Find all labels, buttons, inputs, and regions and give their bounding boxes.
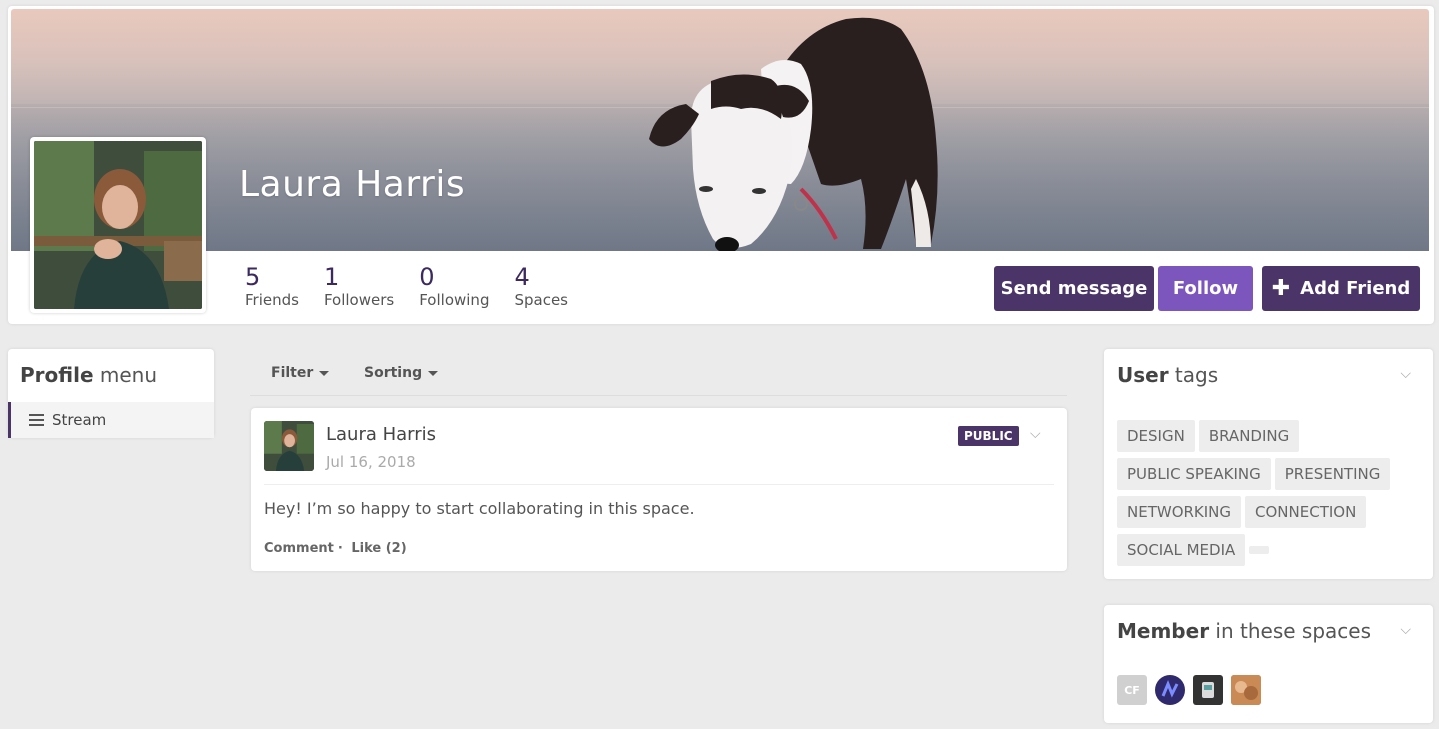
follow-button[interactable]: Follow bbox=[1158, 266, 1253, 311]
chevron-down-icon[interactable]: ⌵ bbox=[1400, 366, 1411, 382]
space-device-icon[interactable] bbox=[1193, 675, 1223, 705]
post-author-name[interactable]: Laura Harris bbox=[326, 424, 436, 445]
tag-public-speaking[interactable]: PUBLIC SPEAKING bbox=[1117, 458, 1271, 490]
caret-down-icon bbox=[319, 370, 330, 376]
stat-spaces-value: 4 bbox=[514, 263, 530, 291]
caret-down-icon bbox=[428, 370, 439, 376]
chevron-down-icon[interactable]: ⌵ bbox=[1400, 622, 1411, 638]
comment-link[interactable]: Comment bbox=[264, 541, 334, 556]
menu-item-stream-label: Stream bbox=[52, 411, 107, 429]
like-link[interactable]: Like (2) bbox=[351, 541, 406, 556]
profile-header: Laura Harris 5 Friends 1 Followers 0 Fol… bbox=[8, 6, 1434, 324]
stat-friends-label: Friends bbox=[245, 291, 299, 309]
stat-spaces[interactable]: 4 Spaces bbox=[514, 264, 568, 310]
tag-networking[interactable]: NETWORKING bbox=[1117, 496, 1242, 528]
puppy-banner-illustration bbox=[649, 17, 938, 251]
profile-menu: Profile menu Stream bbox=[8, 349, 214, 438]
stat-followers[interactable]: 1 Followers bbox=[324, 264, 394, 310]
member-spaces-list: CF bbox=[1117, 675, 1261, 705]
post-date[interactable]: Jul 16, 2018 bbox=[326, 453, 416, 471]
stat-friends[interactable]: 5 Friends bbox=[245, 264, 299, 310]
plus-icon: ✚ bbox=[1271, 276, 1291, 301]
space-cf-avatar[interactable]: CF bbox=[1117, 675, 1147, 705]
filter-dropdown[interactable]: Filter bbox=[271, 365, 330, 381]
user-tags-title: User tags bbox=[1117, 363, 1219, 387]
stat-followers-value: 1 bbox=[323, 263, 340, 291]
stat-friends-value: 5 bbox=[245, 263, 261, 291]
space-logo-n-icon[interactable] bbox=[1155, 675, 1185, 705]
tag-design[interactable]: DESIGN bbox=[1117, 420, 1195, 452]
tag-empty[interactable] bbox=[1249, 546, 1270, 554]
add-friend-label: Add Friend bbox=[1300, 278, 1411, 299]
stat-followers-label: Followers bbox=[323, 291, 395, 309]
separator: · bbox=[337, 541, 343, 556]
member-spaces-title: Member in these spaces bbox=[1117, 619, 1372, 643]
stat-following[interactable]: 0 Following bbox=[419, 264, 489, 310]
send-message-button[interactable]: Send message bbox=[994, 266, 1154, 311]
post-content: Hey! I’m so happy to start collaborating… bbox=[264, 499, 695, 518]
add-friend-button[interactable]: ✚ Add Friend bbox=[1262, 266, 1420, 311]
stream-post: Laura Harris Jul 16, 2018 PUBLIC ⌵ Hey! … bbox=[251, 408, 1067, 571]
profile-name: Laura Harris bbox=[239, 164, 466, 205]
post-divider bbox=[264, 484, 1054, 485]
user-tags-panel: User tags ⌵ DESIGN BRANDING PUBLIC SPEAK… bbox=[1104, 349, 1433, 579]
post-actions: Comment · Like (2) bbox=[264, 541, 407, 556]
tag-presenting[interactable]: PRESENTING bbox=[1274, 458, 1391, 490]
tag-connection[interactable]: CONNECTION bbox=[1245, 496, 1367, 528]
tag-branding[interactable]: BRANDING bbox=[1198, 420, 1300, 452]
profile-banner-image: Laura Harris bbox=[11, 9, 1429, 251]
sorting-label: Sorting bbox=[364, 365, 423, 381]
stat-following-value: 0 bbox=[419, 263, 435, 291]
chevron-down-icon[interactable]: ⌵ bbox=[1030, 426, 1041, 442]
sorting-dropdown[interactable]: Sorting bbox=[364, 365, 439, 381]
stream-filter-bar: Filter Sorting bbox=[250, 358, 1067, 396]
user-tags-list: DESIGN BRANDING PUBLIC SPEAKING PRESENTI… bbox=[1117, 420, 1417, 566]
filter-label: Filter bbox=[271, 365, 314, 381]
stat-following-label: Following bbox=[419, 291, 490, 309]
profile-menu-title: Profile menu bbox=[20, 363, 158, 387]
profile-avatar[interactable] bbox=[30, 137, 206, 313]
menu-item-stream[interactable]: Stream bbox=[8, 402, 214, 438]
public-badge: PUBLIC bbox=[958, 426, 1019, 446]
stat-spaces-label: Spaces bbox=[514, 291, 568, 309]
tag-social-media[interactable]: SOCIAL MEDIA bbox=[1117, 534, 1246, 566]
post-author-avatar[interactable] bbox=[264, 421, 314, 471]
space-photo-icon[interactable] bbox=[1231, 675, 1261, 705]
profile-photo bbox=[34, 141, 202, 309]
profile-stats: 5 Friends 1 Followers 0 Following 4 Spac… bbox=[245, 264, 593, 310]
hamburger-icon bbox=[29, 414, 44, 426]
member-spaces-panel: Member in these spaces ⌵ CF bbox=[1104, 605, 1433, 723]
